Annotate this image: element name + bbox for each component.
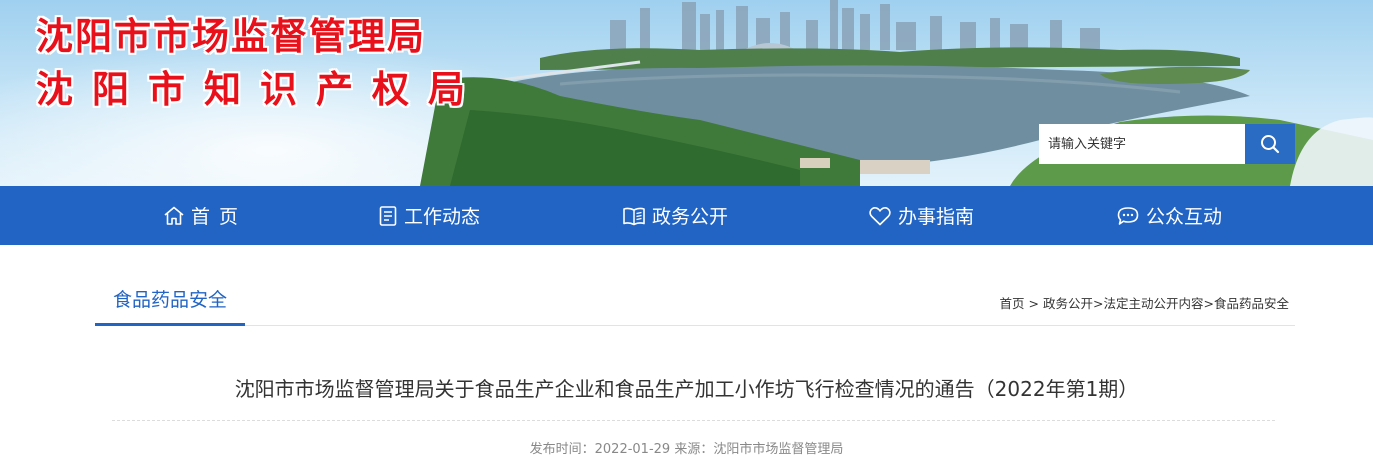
heart-icon xyxy=(869,206,891,225)
publish-time-label: 发布时间： xyxy=(529,442,595,457)
source-label: 来源： xyxy=(674,442,714,457)
breadcrumb-separator: > xyxy=(1093,296,1104,311)
main-nav: 首页 工作动态 政务公开 办事指南 公众互动 xyxy=(0,186,1373,245)
document-icon xyxy=(379,205,397,226)
breadcrumb: 首页 > 政务公开>法定主动公开内容>食品药品安全 xyxy=(1000,293,1289,312)
site-name-secondary: 沈阳市知识产权局 xyxy=(36,68,484,111)
breadcrumb-link-home[interactable]: 首页 xyxy=(1000,296,1025,311)
column-header-divider xyxy=(95,325,1295,326)
book-icon xyxy=(623,207,645,225)
chat-icon xyxy=(1117,206,1139,225)
header-banner: 沈阳市市场监督管理局 沈阳市知识产权局 xyxy=(0,0,1373,186)
title-divider xyxy=(112,420,1275,421)
breadcrumb-separator: > xyxy=(1024,296,1043,311)
article-meta: 发布时间：2022-01-29 来源：沈阳市市场监督管理局 xyxy=(0,438,1373,457)
search-button[interactable] xyxy=(1245,124,1295,164)
breadcrumb-link-statutory-disclosure[interactable]: 法定主动公开内容 xyxy=(1103,296,1203,311)
nav-item-work-news[interactable]: 工作动态 xyxy=(378,186,480,245)
source-value: 沈阳市市场监督管理局 xyxy=(713,442,844,457)
breadcrumb-separator: > xyxy=(1203,296,1214,311)
column-header: 食品药品安全 首页 > 政务公开>法定主动公开内容>食品药品安全 xyxy=(95,274,1295,326)
article-title: 沈阳市市场监督管理局关于食品生产企业和食品生产加工小作坊飞行检查情况的通告（20… xyxy=(234,377,1139,401)
nav-item-label: 首页 xyxy=(191,206,248,228)
column-title[interactable]: 食品药品安全 xyxy=(95,274,245,326)
site-name-primary: 沈阳市市场监督管理局 xyxy=(36,15,426,58)
search-icon xyxy=(1261,135,1280,154)
nav-item-label: 工作动态 xyxy=(404,206,481,228)
nav-item-home[interactable]: 首页 xyxy=(163,186,247,245)
breadcrumb-link-gov-affairs[interactable]: 政务公开 xyxy=(1043,296,1093,311)
nav-item-label: 政务公开 xyxy=(652,206,729,228)
publish-time-value: 2022-01-29 xyxy=(594,442,671,457)
home-icon xyxy=(164,206,184,225)
search-input[interactable] xyxy=(1039,124,1245,164)
nav-item-label: 公众互动 xyxy=(1146,206,1223,228)
nav-item-service-guide[interactable]: 办事指南 xyxy=(868,186,974,245)
nav-item-gov-affairs[interactable]: 政务公开 xyxy=(622,186,728,245)
nav-item-public-interaction[interactable]: 公众互动 xyxy=(1116,186,1222,245)
search-box xyxy=(1039,124,1295,164)
breadcrumb-link-food-drug-safety[interactable]: 食品药品安全 xyxy=(1214,296,1289,311)
nav-item-label: 办事指南 xyxy=(898,206,975,228)
